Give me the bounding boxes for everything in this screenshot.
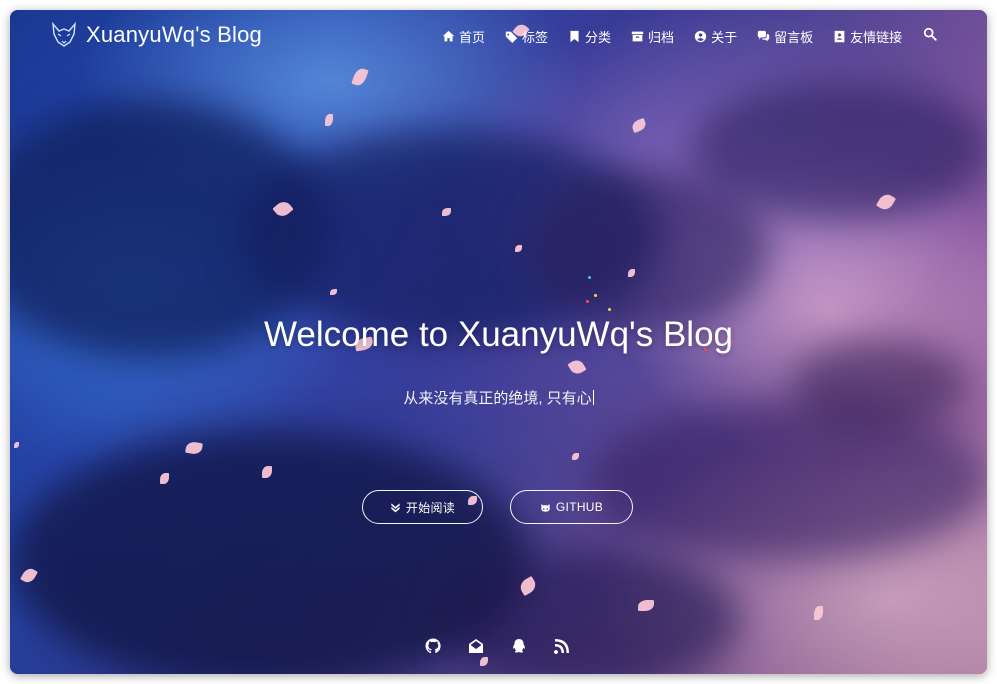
top-navbar: XuanyuWq's Blog 首页 标签 分类 归档 关于 留言板 友情链接 (10, 10, 987, 62)
github-link[interactable] (425, 638, 441, 654)
typed-text: 从来没有真正的绝境, 只有心 (403, 390, 592, 407)
sparkle (594, 294, 597, 297)
bookmark-icon (570, 30, 579, 43)
nav-about[interactable]: 关于 (694, 27, 737, 46)
user-circle-icon (694, 30, 707, 43)
github-button[interactable]: GITHUB (510, 490, 633, 524)
comments-icon (757, 30, 770, 42)
rss-link[interactable] (554, 638, 570, 654)
sparkle (588, 276, 591, 279)
button-label: GITHUB (555, 500, 604, 514)
start-reading-button[interactable]: 开始阅读 (362, 490, 483, 524)
email-link[interactable] (468, 638, 484, 654)
archive-icon (631, 31, 644, 42)
qq-icon (513, 639, 525, 653)
nav-label: 归档 (648, 30, 675, 45)
search-button[interactable] (923, 27, 937, 41)
mail-icon (469, 639, 483, 653)
nav-home[interactable]: 首页 (442, 27, 485, 46)
social-links (425, 638, 597, 654)
nav-label: 首页 (459, 30, 486, 45)
sparkle (586, 300, 589, 303)
github-alt-icon (541, 503, 550, 512)
nav-archive[interactable]: 归档 (631, 27, 674, 46)
home-icon (442, 30, 455, 42)
qq-link[interactable] (511, 638, 527, 654)
nav-tags[interactable]: 标签 (505, 27, 548, 46)
typing-cursor (592, 390, 594, 405)
nav-label: 友情链接 (850, 30, 903, 45)
rss-icon (554, 639, 569, 654)
button-label: 开始阅读 (405, 500, 456, 515)
nav-friend-links[interactable]: 友情链接 (833, 27, 902, 46)
nav-label: 留言板 (774, 30, 814, 45)
browser-viewport: XuanyuWq's Blog 首页 标签 分类 归档 关于 留言板 友情链接 … (10, 10, 987, 674)
github-icon (425, 638, 441, 654)
nav-label: 分类 (585, 30, 612, 45)
nav-guestbook[interactable]: 留言板 (757, 27, 813, 46)
tags-icon (505, 31, 518, 43)
hero-subtitle: 从来没有真正的绝境, 只有心 (10, 387, 987, 408)
fox-logo-icon (52, 21, 76, 47)
brand-link[interactable]: XuanyuWq's Blog (50, 21, 262, 49)
site-title: XuanyuWq's Blog (86, 22, 262, 47)
nav-categories[interactable]: 分类 (568, 27, 611, 46)
nav-label: 标签 (522, 30, 549, 45)
search-icon (923, 27, 937, 41)
hero-title: Welcome to XuanyuWq's Blog (263, 315, 734, 354)
double-chevron-down-icon (391, 502, 400, 512)
nav-label: 关于 (711, 30, 738, 45)
main-nav: 首页 标签 分类 归档 关于 留言板 友情链接 (442, 27, 922, 46)
address-book-icon (834, 30, 845, 43)
sparkle (608, 308, 611, 311)
